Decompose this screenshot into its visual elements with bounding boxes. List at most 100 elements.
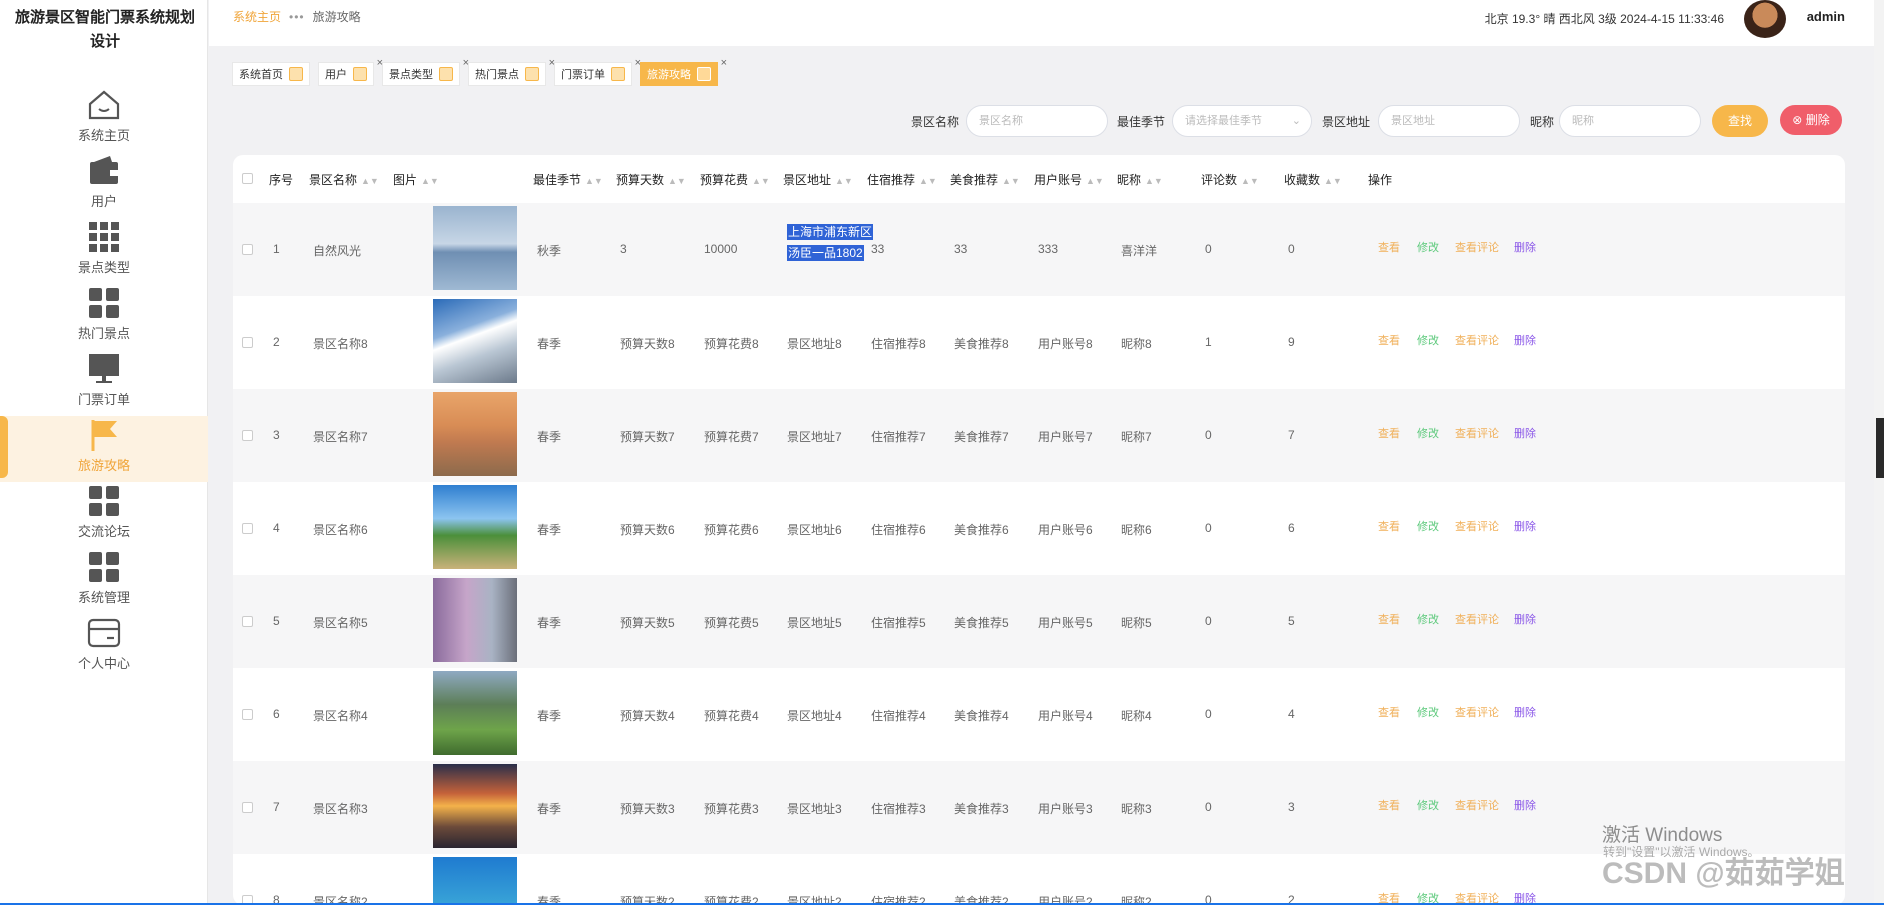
row-checkbox[interactable] bbox=[242, 616, 253, 627]
view-button[interactable]: 查看 bbox=[1378, 332, 1400, 348]
sort-icon[interactable]: ▲▼ bbox=[585, 176, 603, 186]
select-all-checkbox[interactable] bbox=[242, 173, 253, 184]
column-header[interactable]: 景区地址 ▲▼ bbox=[783, 171, 853, 188]
cell-name: 景区名称3 bbox=[313, 802, 368, 816]
column-header[interactable]: 住宿推荐 ▲▼ bbox=[867, 171, 937, 188]
row-checkbox[interactable] bbox=[242, 709, 253, 720]
scenic-image bbox=[433, 485, 517, 569]
sort-icon[interactable]: ▲▼ bbox=[1145, 176, 1163, 186]
table-row[interactable]: 1 自然风光 秋季 3 10000 33 33 333 喜洋洋 0 0 上海市浦东新区 汤臣一品1802… bbox=[233, 203, 1845, 296]
tag-icon bbox=[353, 67, 367, 81]
edit-button[interactable]: 修改 bbox=[1417, 332, 1439, 348]
edit-button[interactable]: 修改 bbox=[1417, 797, 1439, 813]
row-checkbox[interactable] bbox=[242, 430, 253, 441]
delete-button[interactable]: 删除 bbox=[1514, 332, 1536, 348]
delete-button[interactable]: 删除 bbox=[1514, 797, 1536, 813]
row-checkbox[interactable] bbox=[242, 802, 253, 813]
tab-tag-4[interactable]: 门票订单 × bbox=[554, 57, 641, 86]
delete-button[interactable]: 删除 bbox=[1514, 425, 1536, 441]
username[interactable]: admin bbox=[1807, 9, 1845, 24]
edit-button[interactable]: 修改 bbox=[1417, 425, 1439, 441]
table-row[interactable]: 6 景区名称4 春季 预算天数4 预算花费4 住宿推荐4 美食推荐4 用户账号4 昵称4 0 4 景区… bbox=[233, 668, 1845, 761]
column-header[interactable]: 评论数 ▲▼ bbox=[1201, 171, 1259, 188]
table-row[interactable]: 5 景区名称5 春季 预算天数5 预算花费5 住宿推荐5 美食推荐5 用户账号5 昵称5 0 5 景区… bbox=[233, 575, 1845, 668]
sidebar-item-3[interactable]: 热门景点 bbox=[0, 284, 208, 350]
sidebar-item-5[interactable]: 旅游攻略 bbox=[0, 416, 208, 482]
tab-tag-1[interactable]: 用户 × bbox=[318, 57, 383, 86]
sidebar-item-4[interactable]: 门票订单 bbox=[0, 350, 208, 416]
column-header[interactable]: 用户账号 ▲▼ bbox=[1034, 171, 1104, 188]
view-comments-button[interactable]: 查看评论 bbox=[1455, 704, 1499, 720]
table-row[interactable]: 2 景区名称8 春季 预算天数8 预算花费8 住宿推荐8 美食推荐8 用户账号8 昵称8 1 9 景区… bbox=[233, 296, 1845, 389]
view-comments-button[interactable]: 查看评论 bbox=[1455, 239, 1499, 255]
table-row[interactable]: 3 景区名称7 春季 预算天数7 预算花费7 住宿推荐7 美食推荐7 用户账号7 昵称7 0 7 景区… bbox=[233, 389, 1845, 482]
close-icon[interactable]: × bbox=[721, 57, 727, 69]
tab-tag-2[interactable]: 景点类型 × bbox=[382, 57, 469, 86]
season-select[interactable]: 请选择最佳季节 ⌄ bbox=[1172, 105, 1312, 137]
view-button[interactable]: 查看 bbox=[1378, 239, 1400, 255]
sort-icon[interactable]: ▲▼ bbox=[752, 176, 770, 186]
batch-delete-button[interactable]: ⊗ 删除 bbox=[1780, 105, 1842, 135]
view-button[interactable]: 查看 bbox=[1378, 704, 1400, 720]
column-header[interactable]: 预算花费 ▲▼ bbox=[700, 171, 770, 188]
column-header[interactable]: 美食推荐 ▲▼ bbox=[950, 171, 1020, 188]
sidebar-item-2[interactable]: 景点类型 bbox=[0, 218, 208, 284]
breadcrumb-home[interactable]: 系统主页 bbox=[233, 8, 281, 25]
view-comments-button[interactable]: 查看评论 bbox=[1455, 797, 1499, 813]
breadcrumb-separator: ••• bbox=[289, 9, 305, 24]
sort-icon[interactable]: ▲▼ bbox=[1324, 176, 1342, 186]
nickname-search-input[interactable]: 昵称 bbox=[1559, 105, 1701, 137]
column-header: 序号 bbox=[269, 173, 294, 187]
sidebar-item-1[interactable]: 用户 bbox=[0, 152, 208, 218]
sort-icon[interactable]: ▲▼ bbox=[919, 176, 937, 186]
cell-cost: 10000 bbox=[704, 242, 738, 256]
edit-button[interactable]: 修改 bbox=[1417, 239, 1439, 255]
sidebar-item-8[interactable]: 个人中心 bbox=[0, 614, 208, 680]
scrollbar-thumb[interactable] bbox=[1876, 418, 1884, 478]
column-header[interactable]: 最佳季节 ▲▼ bbox=[533, 171, 603, 188]
view-button[interactable]: 查看 bbox=[1378, 797, 1400, 813]
address-search-input[interactable]: 景区地址 bbox=[1378, 105, 1520, 137]
view-comments-button[interactable]: 查看评论 bbox=[1455, 332, 1499, 348]
tab-tag-0[interactable]: 系统首页 bbox=[232, 62, 310, 86]
sort-icon[interactable]: ▲▼ bbox=[1241, 176, 1259, 186]
sort-icon[interactable]: ▲▼ bbox=[1002, 176, 1020, 186]
delete-button[interactable]: 删除 bbox=[1514, 704, 1536, 720]
row-checkbox[interactable] bbox=[242, 244, 253, 255]
view-button[interactable]: 查看 bbox=[1378, 611, 1400, 627]
column-header[interactable]: 景区名称 ▲▼ bbox=[309, 171, 379, 188]
column-header[interactable]: 图片 ▲▼ bbox=[393, 171, 439, 188]
column-header[interactable]: 预算天数 ▲▼ bbox=[616, 171, 686, 188]
sidebar-item-7[interactable]: 系统管理 bbox=[0, 548, 208, 614]
view-comments-button[interactable]: 查看评论 bbox=[1455, 518, 1499, 534]
tab-tag-3[interactable]: 热门景点 × bbox=[468, 57, 555, 86]
column-header[interactable]: 收藏数 ▲▼ bbox=[1284, 171, 1342, 188]
sort-icon[interactable]: ▲▼ bbox=[421, 176, 439, 186]
row-checkbox[interactable] bbox=[242, 523, 253, 534]
table-row[interactable]: 4 景区名称6 春季 预算天数6 预算花费6 住宿推荐6 美食推荐6 用户账号6 昵称6 0 6 景区… bbox=[233, 482, 1845, 575]
view-comments-button[interactable]: 查看评论 bbox=[1455, 425, 1499, 441]
cell-no: 2 bbox=[273, 335, 280, 349]
view-comments-button[interactable]: 查看评论 bbox=[1455, 611, 1499, 627]
delete-button[interactable]: 删除 bbox=[1514, 239, 1536, 255]
edit-button[interactable]: 修改 bbox=[1417, 704, 1439, 720]
view-button[interactable]: 查看 bbox=[1378, 518, 1400, 534]
tab-tag-5[interactable]: 旅游攻略 × bbox=[640, 57, 727, 86]
sort-icon[interactable]: ▲▼ bbox=[835, 176, 853, 186]
sort-icon[interactable]: ▲▼ bbox=[668, 176, 686, 186]
find-button[interactable]: 查找 bbox=[1712, 105, 1768, 137]
delete-button[interactable]: 删除 bbox=[1514, 518, 1536, 534]
name-search-input[interactable]: 景区名称 bbox=[966, 105, 1108, 137]
sidebar-item-6[interactable]: 交流论坛 bbox=[0, 482, 208, 548]
avatar[interactable] bbox=[1744, 0, 1786, 38]
delete-button[interactable]: 删除 bbox=[1514, 611, 1536, 627]
edit-button[interactable]: 修改 bbox=[1417, 611, 1439, 627]
cell-name: 景区名称7 bbox=[313, 430, 368, 444]
column-header[interactable]: 昵称 ▲▼ bbox=[1117, 171, 1163, 188]
edit-button[interactable]: 修改 bbox=[1417, 518, 1439, 534]
cell-stay: 住宿推荐4 bbox=[871, 709, 926, 723]
view-button[interactable]: 查看 bbox=[1378, 425, 1400, 441]
row-checkbox[interactable] bbox=[242, 337, 253, 348]
sort-icon[interactable]: ▲▼ bbox=[361, 176, 379, 186]
sort-icon[interactable]: ▲▼ bbox=[1086, 176, 1104, 186]
